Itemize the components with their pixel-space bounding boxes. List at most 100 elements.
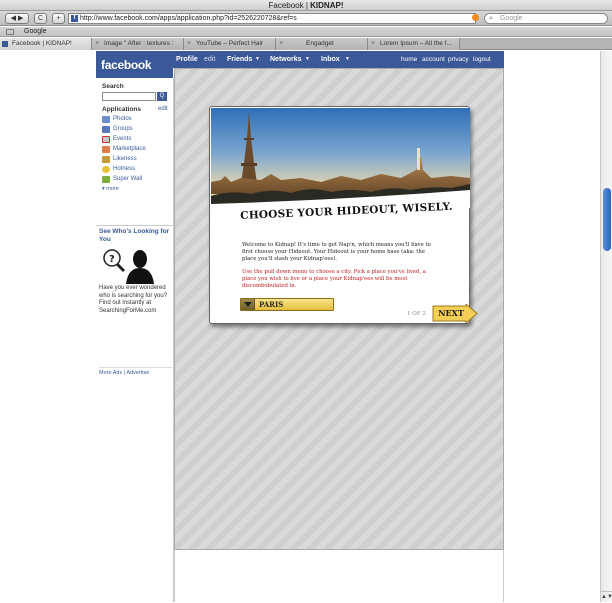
- close-tab-icon[interactable]: ×: [371, 38, 375, 50]
- tab-label: Image " After : textures :: [104, 40, 174, 47]
- search-icon: Q: [159, 93, 165, 99]
- app-label: Hotness: [113, 166, 136, 172]
- reload-icon: C: [37, 15, 44, 22]
- canvas-footer-area: [174, 550, 504, 602]
- sidebar-app-super-wall[interactable]: Super Wall: [102, 175, 142, 184]
- sidebar-app-marketplace[interactable]: Marketplace: [102, 145, 146, 154]
- scroll-arrows-icon[interactable]: ▲▼: [601, 591, 612, 602]
- search-placeholder: Google: [500, 15, 523, 22]
- facebook-logo[interactable]: facebook: [96, 51, 173, 78]
- nav-profile[interactable]: Profile: [176, 51, 198, 68]
- nav-profile-edit[interactable]: edit: [204, 51, 215, 68]
- window-title-bar: Facebook | KIDNAP!: [0, 0, 612, 11]
- bookmark-google[interactable]: Google: [24, 27, 47, 37]
- browser-toolbar: ◀ ▶ C + f http://www.facebook.com/apps/a…: [0, 11, 612, 26]
- sidebar-search-input[interactable]: [102, 92, 156, 101]
- city-dropdown-value: PARIS: [259, 300, 284, 309]
- app-label: Likeness: [113, 156, 137, 162]
- ad-body: Have you ever wondered who is searching …: [99, 285, 168, 314]
- likeness-icon: [102, 156, 110, 163]
- dropdown-arrow-icon[interactable]: [241, 299, 255, 310]
- sidebar-app-photos[interactable]: Photos: [102, 115, 132, 124]
- sidebar-search-label: Search: [102, 83, 124, 90]
- inbox-dropdown-icon[interactable]: ▼: [345, 51, 350, 68]
- add-bookmark-button[interactable]: +: [52, 13, 65, 24]
- app-label: Groups: [113, 126, 133, 132]
- back-forward-buttons[interactable]: ◀ ▶: [5, 13, 29, 24]
- close-tab-icon[interactable]: ×: [187, 38, 191, 50]
- nav-networks[interactable]: Networks: [270, 51, 302, 68]
- vertical-scrollbar[interactable]: ▲▼: [600, 51, 612, 602]
- sidebar-search-button[interactable]: Q: [157, 92, 167, 101]
- address-bar[interactable]: f http://www.facebook.com/apps/applicati…: [68, 13, 476, 24]
- intro-text: Welcome to Kidnap! It's time to get Nap'…: [242, 242, 431, 262]
- tab-label: Engadget: [306, 40, 334, 47]
- nav-account[interactable]: account: [422, 51, 445, 68]
- hotness-icon: [102, 166, 110, 173]
- tab-facebook-kidnap[interactable]: Facebook | KIDNAP!: [0, 38, 92, 50]
- sidebar-more-link[interactable]: ▾ more: [102, 186, 119, 192]
- sidebar-app-groups[interactable]: Groups: [102, 125, 133, 134]
- nav-logout[interactable]: logout: [473, 51, 491, 68]
- tab-lorem-ipsum[interactable]: × Lorem Ipsum – All the f...: [368, 38, 460, 50]
- ad-title[interactable]: See Who's Looking for You: [99, 228, 170, 244]
- close-tab-icon[interactable]: ×: [95, 38, 99, 50]
- back-icon[interactable]: ◀: [11, 15, 16, 22]
- scrollbar-thumb[interactable]: [603, 188, 611, 251]
- sidebar-app-hotness[interactable]: Hotness: [102, 165, 135, 174]
- close-tab-icon[interactable]: ×: [279, 38, 283, 50]
- super-wall-icon: [102, 176, 110, 183]
- window-title-site: Facebook: [268, 1, 304, 10]
- next-button-label: NEXT: [438, 308, 464, 318]
- rss-icon[interactable]: [472, 14, 479, 21]
- app-label: Events: [113, 136, 132, 142]
- address-url: http://www.facebook.com/apps/application…: [80, 15, 297, 22]
- ad-footer-links[interactable]: More Ads | Advertise: [99, 367, 172, 376]
- search-icon: ⌕: [489, 15, 493, 22]
- applications-edit-link[interactable]: edit: [158, 106, 168, 112]
- bookmarks-book-icon[interactable]: [6, 29, 14, 35]
- plus-icon: +: [56, 15, 61, 22]
- facebook-favicon-icon: f: [71, 15, 78, 22]
- tab-label: Facebook | KIDNAP!: [12, 40, 72, 47]
- friends-dropdown-icon[interactable]: ▼: [255, 51, 260, 68]
- app-label: Super Wall: [113, 176, 143, 182]
- photos-icon: [102, 116, 110, 123]
- tab-bar: Facebook | KIDNAP! × Image " After : tex…: [0, 38, 612, 50]
- app-label: Photos: [113, 116, 132, 122]
- tab-image-textures[interactable]: × Image " After : textures :: [92, 38, 184, 50]
- ad-silhouette-image[interactable]: ?: [100, 248, 156, 284]
- search-field[interactable]: ⌕ Google: [484, 13, 608, 24]
- nav-home[interactable]: home: [401, 51, 417, 68]
- tab-engadget[interactable]: × Engadget: [276, 38, 368, 50]
- nav-inbox[interactable]: Inbox: [321, 51, 340, 68]
- applications-heading: Applications: [102, 106, 142, 113]
- sidebar-app-events[interactable]: Events: [102, 135, 131, 144]
- tab-label: Lorem Ipsum – All the f...: [380, 40, 452, 47]
- city-dropdown[interactable]: PARIS: [240, 298, 334, 311]
- tab-label: YouTube – Perfect Hair: [196, 40, 264, 47]
- sidebar-ad: See Who's Looking for You ? Have you eve…: [96, 225, 173, 314]
- paris-eiffel-tower-photo: [211, 108, 470, 208]
- svg-text:?: ?: [109, 254, 115, 265]
- more-label: more: [106, 186, 119, 192]
- nav-privacy[interactable]: privacy: [448, 51, 469, 68]
- nav-friends[interactable]: Friends: [227, 51, 252, 68]
- kidnap-hideout-card: CHOOSE YOUR HIDEOUT, WISELY. Welcome to …: [209, 106, 478, 324]
- app-label: Marketplace: [113, 146, 146, 152]
- facebook-tab-icon: [2, 41, 8, 47]
- sidebar-app-likeness[interactable]: Likeness: [102, 155, 137, 164]
- events-icon: [102, 136, 110, 143]
- left-sidebar: Search Q Applications edit Photos Groups…: [96, 78, 174, 602]
- forward-icon[interactable]: ▶: [18, 15, 23, 22]
- tab-youtube[interactable]: × YouTube – Perfect Hair: [184, 38, 276, 50]
- bookmarks-bar: Google: [0, 27, 612, 37]
- page-content: Profile edit Friends ▼ Networks ▼ Inbox …: [0, 51, 600, 602]
- groups-icon: [102, 126, 110, 133]
- networks-dropdown-icon[interactable]: ▼: [305, 51, 310, 68]
- marketplace-icon: [102, 146, 110, 153]
- next-button[interactable]: NEXT: [432, 304, 478, 323]
- instructions-text: Use the pull down menu to choose a city.…: [242, 269, 426, 289]
- reload-button[interactable]: C: [34, 13, 47, 24]
- window-title-app: KIDNAP!: [310, 1, 344, 10]
